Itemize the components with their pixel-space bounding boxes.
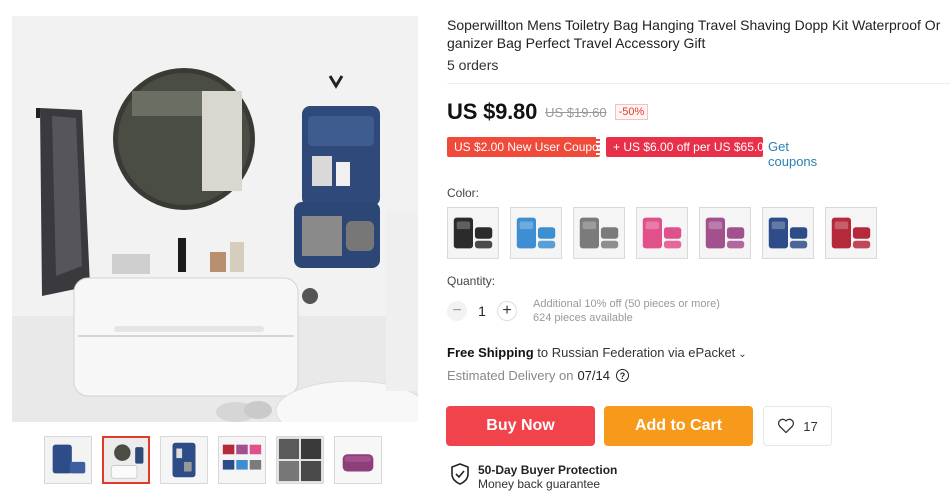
thumbnail-bag-open-items[interactable] <box>160 436 208 484</box>
delivery-date: 07/14 <box>577 368 610 383</box>
bag-thumbnail-icon <box>448 208 498 258</box>
color-label: Color: <box>447 186 480 200</box>
quantity-note: Additional 10% off (50 pieces or more) 6… <box>533 297 720 325</box>
product-photo <box>12 16 418 422</box>
color-swatch-purple[interactable] <box>699 207 751 259</box>
shipping-destination: to Russian Federation via ePacket <box>533 345 736 360</box>
heart-icon <box>778 418 795 434</box>
order-count: 5 orders <box>447 57 499 73</box>
product-title: Soperwillton Mens Toiletry Bag Hanging T… <box>447 17 941 51</box>
thumbnail-navy-bag[interactable] <box>44 436 92 484</box>
color-swatch-gray[interactable] <box>573 207 625 259</box>
price-row: US $9.80 US $19.60 -50% <box>447 99 649 125</box>
wishlist-button[interactable]: 17 <box>763 406 832 446</box>
color-swatch-blue[interactable] <box>510 207 562 259</box>
new-user-coupon[interactable]: US $2.00 New User Coupon <box>447 137 605 157</box>
add-to-cart-button[interactable]: Add to Cart <box>604 406 753 446</box>
color-swatch-navy[interactable] <box>762 207 814 259</box>
thumbnail-bag-colors[interactable] <box>218 436 266 484</box>
quantity-input[interactable] <box>467 300 497 322</box>
quantity-increase-button[interactable]: + <box>497 301 517 321</box>
current-price: US $9.80 <box>447 99 538 124</box>
shield-check-icon <box>451 463 469 485</box>
estimated-delivery: Estimated Delivery on 07/14 ? <box>447 368 629 383</box>
buyer-protection: 50-Day Buyer Protection Money back guara… <box>450 463 617 491</box>
free-shipping-label: Free Shipping <box>447 345 534 360</box>
bag-thumbnail-icon <box>637 208 687 258</box>
bulk-discount-text: Additional 10% off (50 pieces or more) <box>533 298 720 310</box>
thumbnail-bathroom-scene[interactable] <box>102 436 150 484</box>
wishlist-count: 17 <box>803 418 818 434</box>
bag-thumbnail-icon <box>826 208 876 258</box>
shipping-info[interactable]: Free Shipping to Russian Federation via … <box>447 345 747 360</box>
quantity-label: Quantity: <box>447 274 496 288</box>
protection-title: 50-Day Buyer Protection <box>478 463 618 477</box>
stock-available-text: 624 pieces available <box>533 312 633 324</box>
delivery-label: Estimated Delivery on <box>447 368 574 383</box>
help-icon[interactable]: ? <box>616 369 629 382</box>
color-swatch-red[interactable] <box>825 207 877 259</box>
main-product-image[interactable] <box>12 16 418 422</box>
color-swatch-pink[interactable] <box>636 207 688 259</box>
buy-now-button[interactable]: Buy Now <box>446 406 595 446</box>
color-swatch-black[interactable] <box>447 207 499 259</box>
original-price: US $19.60 <box>545 104 607 120</box>
get-coupons-link[interactable]: Get coupons <box>768 139 817 169</box>
bag-thumbnail-icon <box>511 208 561 258</box>
quantity-stepper: − + Additional 10% off (50 pieces or mor… <box>447 297 720 325</box>
discount-badge: -50% <box>614 104 649 120</box>
bag-thumbnail-icon <box>763 208 813 258</box>
divider <box>447 83 950 84</box>
bag-thumbnail-icon <box>574 208 624 258</box>
thumbnail-purple-bag[interactable] <box>334 436 382 484</box>
thumbnail-bag-collage[interactable] <box>276 436 324 484</box>
protection-subtitle: Money back guarantee <box>478 477 601 491</box>
quantity-decrease-button[interactable]: − <box>447 301 467 321</box>
store-coupon[interactable]: + US $6.00 off per US $65.00 <box>606 137 771 157</box>
chevron-down-icon[interactable]: ⌄ <box>738 349 746 360</box>
bag-thumbnail-icon <box>700 208 750 258</box>
